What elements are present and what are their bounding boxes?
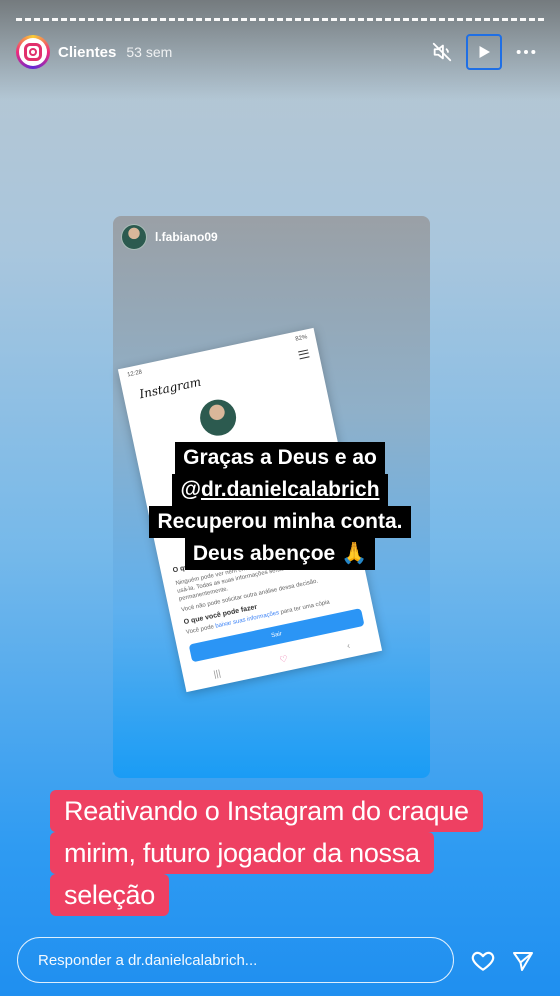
- story-caption: Reativando o Instagram do craque mirim, …: [50, 790, 520, 916]
- more-options-button[interactable]: [508, 34, 544, 70]
- recents-icon: |||: [212, 667, 222, 680]
- phone-status-battery: 82%: [294, 334, 308, 343]
- caption-line-2: mirim, futuro jogador da nossa: [50, 832, 434, 874]
- caption-line-1: Reativando o Instagram do craque: [50, 790, 483, 832]
- mention-icon: @: [180, 478, 201, 501]
- heart-icon: ♡: [278, 653, 289, 665]
- caption-line-3: seleção: [50, 874, 169, 916]
- reply-input[interactable]: Responder a dr.danielcalabrich...: [17, 937, 454, 983]
- heart-icon: [471, 951, 495, 971]
- hamburger-menu-icon: [298, 349, 310, 360]
- instagram-logo-icon: [24, 43, 42, 61]
- sticker-line-4: Deus abençoe 🙏: [184, 538, 376, 570]
- mute-button[interactable]: [424, 34, 460, 70]
- play-button[interactable]: [466, 34, 502, 70]
- story-progress-bar: [16, 18, 544, 21]
- repost-user-avatar[interactable]: [121, 224, 147, 250]
- story-owner-name[interactable]: Clientes: [58, 44, 116, 61]
- phone-app-logo: Instagram: [138, 374, 203, 402]
- sticker-mention[interactable]: dr.danielcalabrich: [201, 478, 380, 501]
- send-icon: [513, 952, 533, 971]
- play-icon: [479, 46, 490, 58]
- story-header: Clientes 53 sem: [16, 34, 544, 70]
- story-owner-avatar[interactable]: [16, 35, 50, 69]
- back-icon: ‹: [345, 640, 351, 651]
- sticker-line-1: Graças a Deus e ao: [175, 442, 385, 474]
- sticker-line-3: Recuperou minha conta.: [149, 506, 411, 538]
- phone-profile-avatar: [196, 396, 240, 439]
- more-horizontal-icon: [516, 49, 536, 55]
- phone-status-time: 12:28: [126, 369, 143, 379]
- story-time-ago: 53 sem: [126, 44, 173, 60]
- sticker-line-2[interactable]: @dr.danielcalabrich: [172, 474, 388, 506]
- repost-username[interactable]: l.fabiano09: [155, 230, 218, 244]
- speaker-muted-icon: [432, 42, 452, 62]
- share-button[interactable]: [506, 944, 540, 978]
- like-button[interactable]: [466, 944, 500, 978]
- text-sticker: Graças a Deus e ao @dr.danielcalabrich R…: [0, 442, 560, 570]
